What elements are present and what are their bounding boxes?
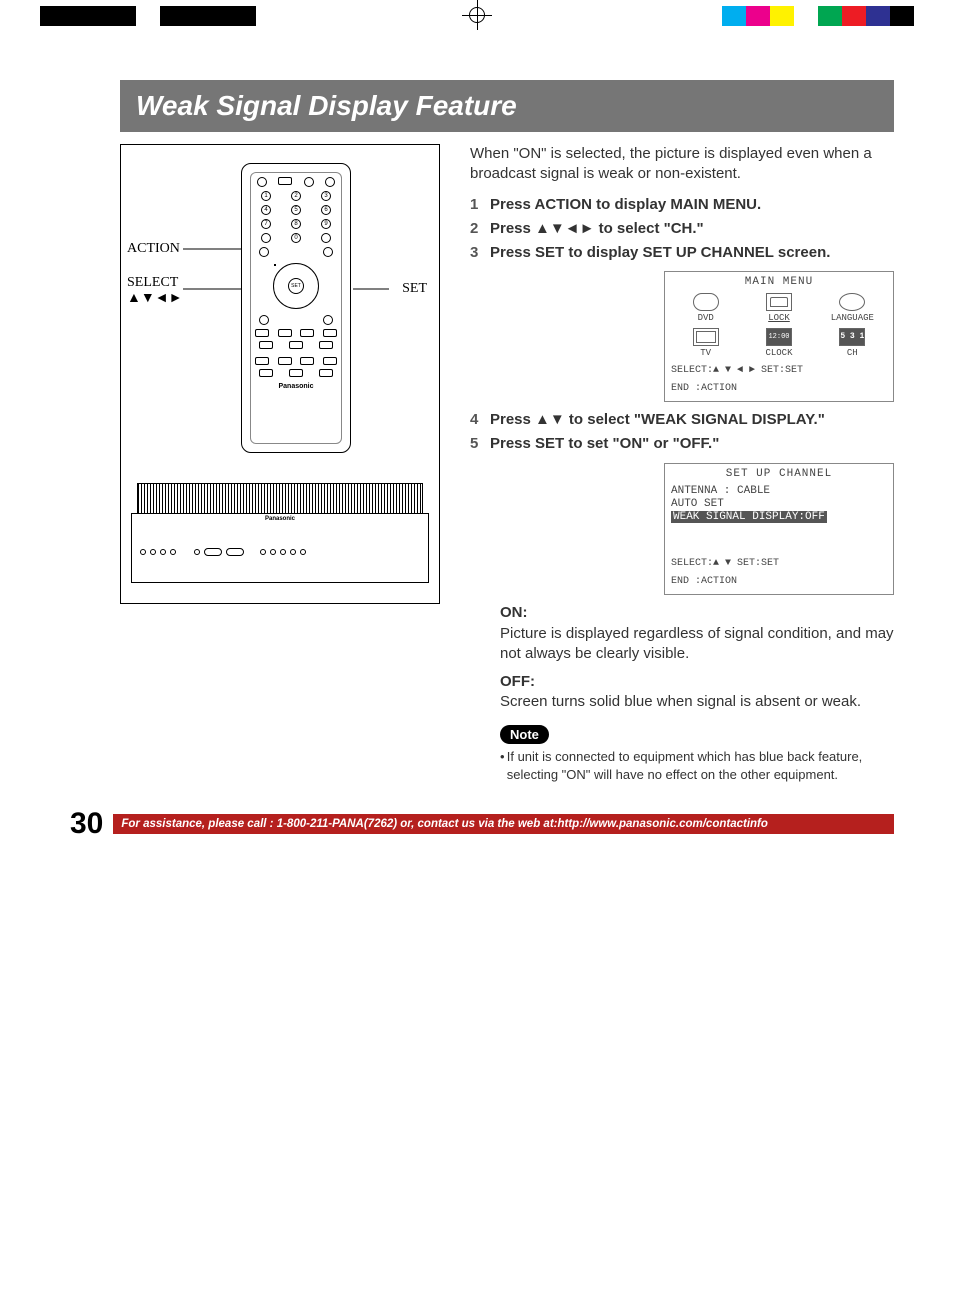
on-description: ON:Picture is displayed regardless of si… <box>500 603 894 664</box>
remote-diagram: ACTION SELECT ▲▼◄► SET 123 456 789 <box>120 144 440 604</box>
label-set: SET <box>402 281 427 297</box>
note-badge: Note <box>500 725 549 745</box>
step-5: 5Press SET to set "ON" or "OFF." <box>470 434 894 454</box>
step-3: 3Press SET to display SET UP CHANNEL scr… <box>470 243 894 263</box>
osd-setup-channel: SET UP CHANNEL ANTENNA : CABLE AUTO SET … <box>664 463 894 596</box>
osd-main-menu: MAIN MENU DVD LOCK LANGUAGE TV 12:00CLOC… <box>664 271 894 402</box>
unit-illustration: Panasonic <box>131 483 429 593</box>
label-select-arrows: ▲▼◄► <box>127 291 182 307</box>
note-text: •If unit is connected to equipment which… <box>500 748 894 783</box>
off-description: OFF:Screen turns solid blue when signal … <box>500 672 894 713</box>
page-title: Weak Signal Display Feature <box>120 80 894 132</box>
label-action: ACTION <box>127 241 180 257</box>
step-4: 4Press ▲▼ to select "WEAK SIGNAL DISPLAY… <box>470 410 894 430</box>
assistance-bar: For assistance, please call : 1-800-211-… <box>113 814 894 834</box>
remote-illustration: 123 456 789 0 SET Panasonic <box>241 163 351 453</box>
label-select: SELECT <box>127 275 178 291</box>
step-2: 2Press ▲▼◄► to select "CH." <box>470 219 894 239</box>
intro-text: When "ON" is selected, the picture is di… <box>470 144 894 185</box>
page-number: 30 <box>70 807 103 841</box>
step-1: 1Press ACTION to display MAIN MENU. <box>470 195 894 215</box>
